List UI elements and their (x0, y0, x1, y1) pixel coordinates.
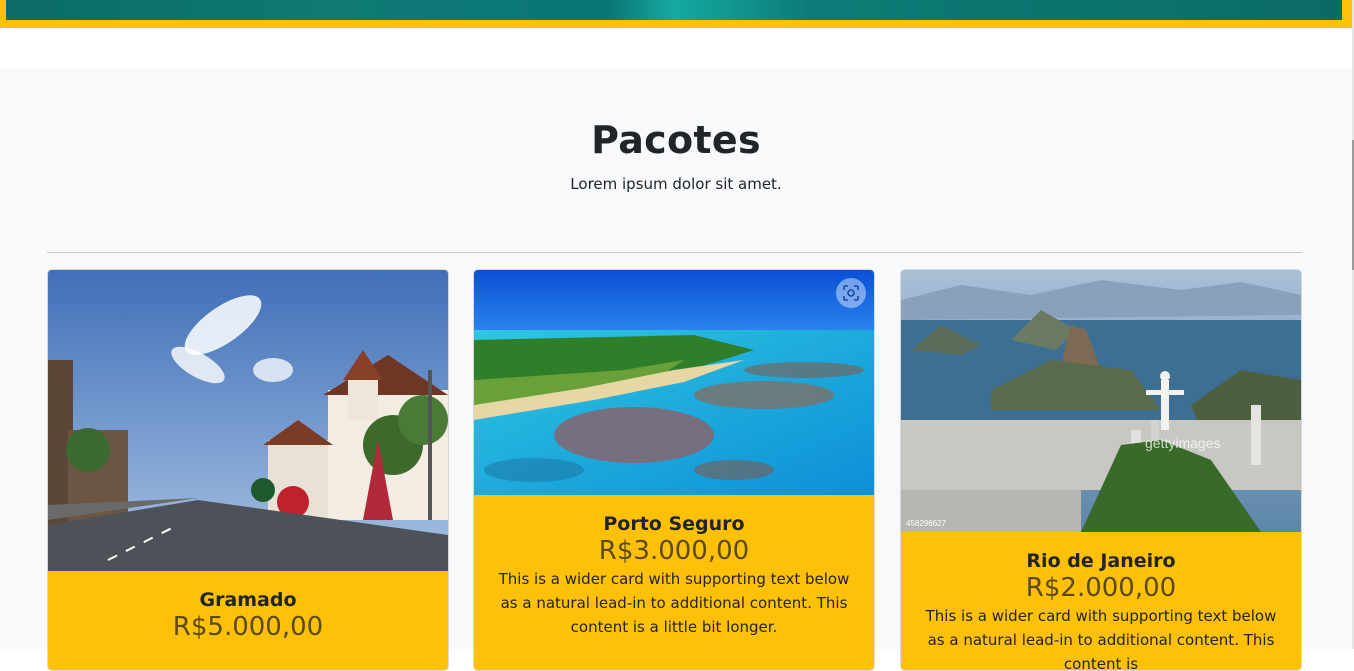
package-card-porto-seguro[interactable]: Porto Seguro R$3.000,00 This is a wider … (473, 269, 875, 671)
image-id-label: 458296627 (906, 519, 947, 528)
section-subtitle: Lorem ipsum dolor sit amet. (570, 175, 782, 193)
package-card-rio-de-janeiro[interactable]: gettyimages 458296627 Rio de Janeiro R$2… (900, 269, 1302, 671)
card-text: This is a wider card with supporting tex… (498, 570, 850, 636)
rio-de-janeiro-card-body: Rio de Janeiro R$2.000,00 This is a wide… (901, 532, 1301, 671)
package-card-gramado[interactable]: Gramado R$5.000,00 (47, 269, 449, 671)
card-text: This is a wider card with supporting tex… (925, 607, 1277, 671)
getty-watermark: gettyimages (1145, 435, 1221, 451)
porto-seguro-card-body: Porto Seguro R$3.000,00 This is a wider … (474, 495, 874, 639)
gramado-card-body: Gramado R$5.000,00 (48, 571, 448, 643)
gramado-image (48, 270, 448, 571)
visual-search-icon[interactable] (836, 278, 866, 308)
section-divider (47, 252, 1302, 253)
card-title: Rio de Janeiro (1026, 550, 1176, 572)
hero-banner-strip (0, 0, 1354, 28)
card-title: Gramado (199, 589, 297, 611)
card-price: R$3.000,00 (598, 536, 750, 566)
card-price: R$5.000,00 (172, 612, 324, 642)
card-price: R$2.000,00 (1025, 573, 1177, 603)
hero-banner-image (6, 0, 1342, 20)
porto-seguro-image (474, 270, 874, 495)
section-title: Pacotes (591, 118, 761, 162)
rio-de-janeiro-image: gettyimages 458296627 (901, 270, 1301, 532)
card-title: Porto Seguro (603, 513, 745, 535)
